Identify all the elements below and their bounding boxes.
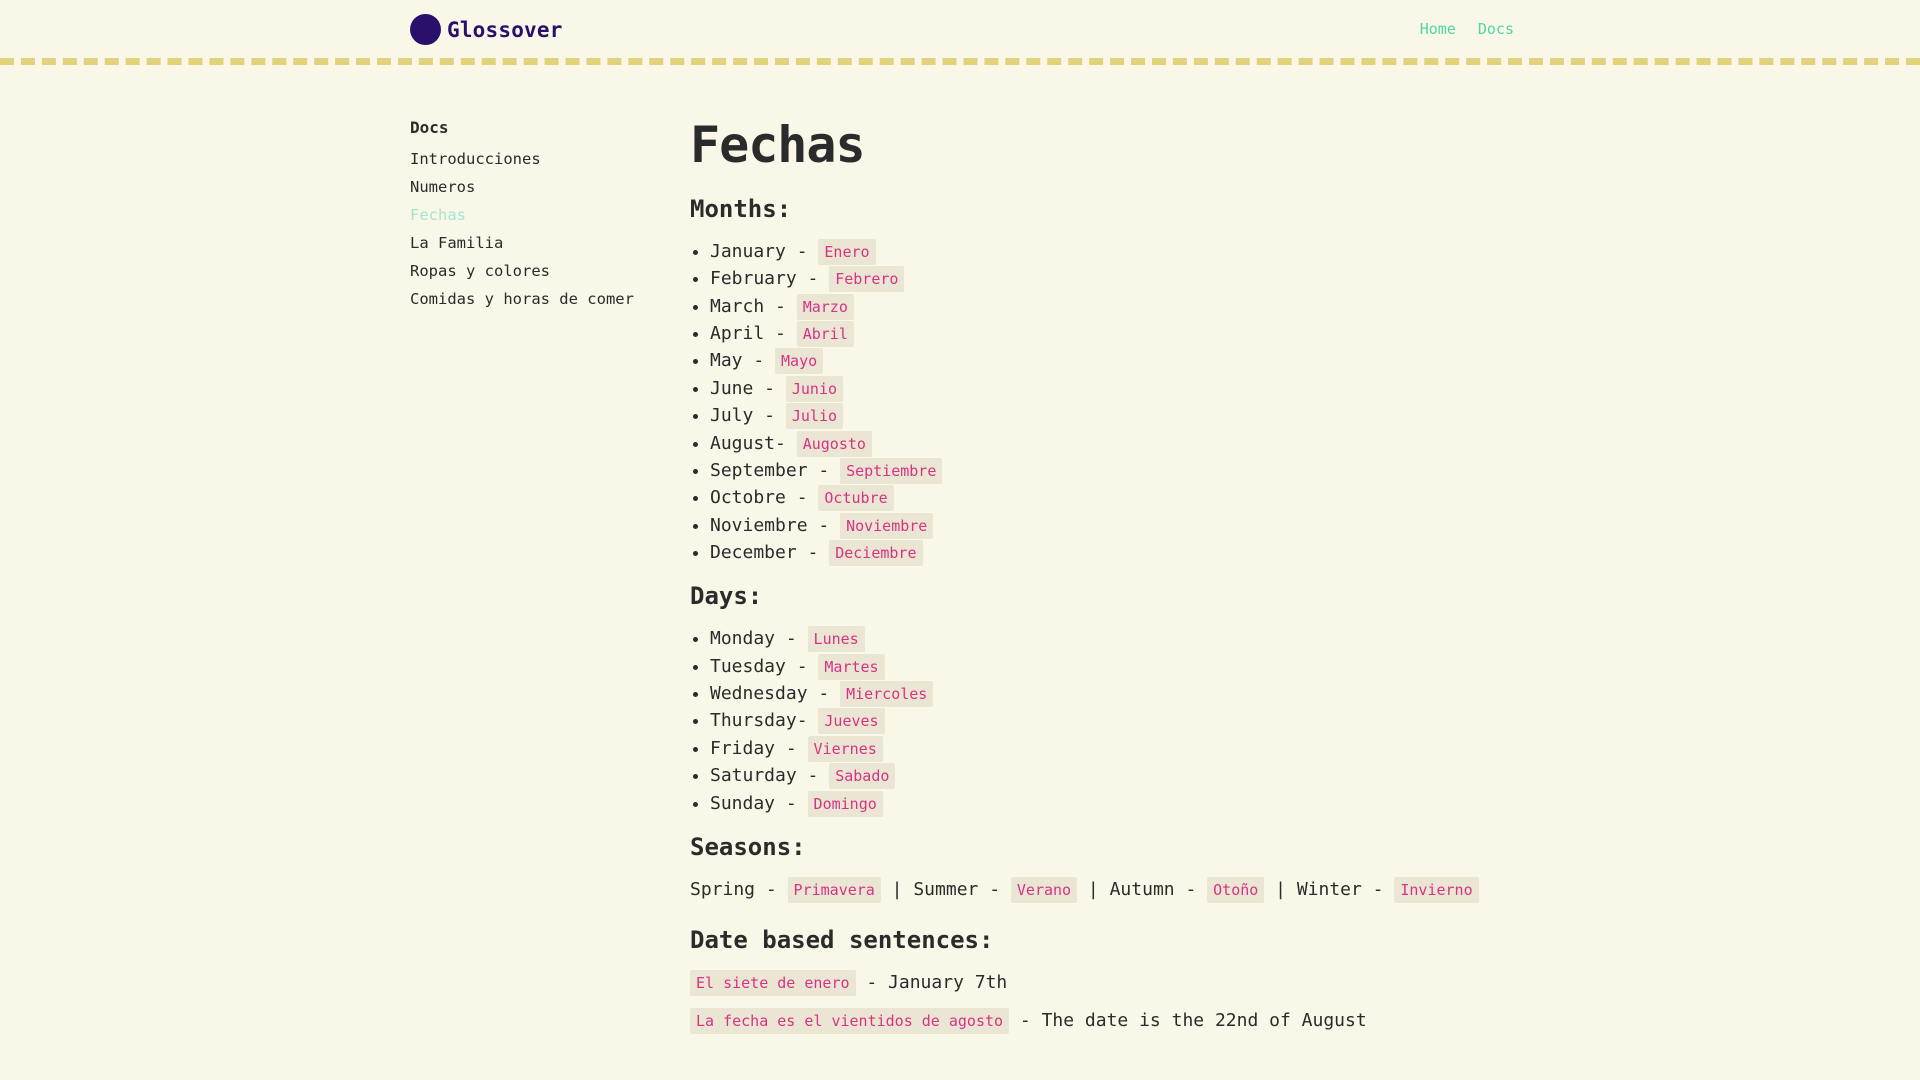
english-term: Friday - <box>710 737 797 759</box>
spanish-term-code: Febrero <box>829 266 905 293</box>
english-term: August- <box>710 432 786 454</box>
months-heading: Months: <box>690 195 792 223</box>
english-term: June - <box>710 377 776 399</box>
spanish-term-code: Enero <box>818 238 876 265</box>
day-item: Wednesday - Miercoles <box>710 680 1490 708</box>
main-content: Fechas Months: January - EneroFebruary -… <box>690 112 1490 1045</box>
season-spanish-code: Primavera <box>787 876 881 903</box>
sidebar-item[interactable]: Introducciones <box>410 149 670 177</box>
season-english: | Autumn - <box>1087 878 1197 900</box>
spanish-term-code: Jueves <box>818 708 885 735</box>
month-item: December - Deciembre <box>710 539 1490 567</box>
day-item: Tuesday - Martes <box>710 653 1490 680</box>
english-term: April - <box>710 322 786 344</box>
english-term: July - <box>710 405 776 427</box>
sidebar-title: Docs <box>410 118 449 137</box>
english-term: Noviembre - <box>710 514 830 536</box>
sentence-english: - January 7th <box>866 971 1008 993</box>
sidebar-item[interactable]: Comidas y horas de comer <box>410 289 670 317</box>
month-item: January - Enero <box>710 238 1490 265</box>
month-item: July - Julio <box>710 402 1490 430</box>
month-item: June - Junio <box>710 375 1490 402</box>
brand-logo-icon <box>410 14 441 45</box>
day-item: Sunday - Domingo <box>710 790 1490 817</box>
days-list: Monday - LunesTuesday - MartesWednesday … <box>690 625 1490 817</box>
brand-name: Glossover <box>447 17 563 42</box>
sidebar-item[interactable]: La Familia <box>410 233 670 261</box>
season-spanish-code: Invierno <box>1394 876 1479 903</box>
spanish-term-code: Miercoles <box>840 681 934 708</box>
header-divider <box>0 58 1920 65</box>
spanish-term-code: Sabado <box>829 763 896 790</box>
sidebar-item[interactable]: Numeros <box>410 177 670 205</box>
month-item: August- Augosto <box>710 430 1490 457</box>
seasons-heading: Seasons: <box>690 833 806 862</box>
spanish-term-code: Junio <box>785 375 844 402</box>
brand-link[interactable]: Glossover <box>410 14 563 45</box>
top-navbar: Glossover Home Docs <box>0 0 1920 58</box>
english-term: March - <box>710 295 786 317</box>
sentences-heading: Date based sentences: <box>690 925 994 954</box>
spanish-term-code: Mayo <box>775 348 824 375</box>
day-item: Saturday - Sabado <box>710 762 1490 790</box>
english-term: January - <box>710 240 808 262</box>
sentence-english: - The date is the 22nd of August <box>1019 1009 1367 1031</box>
english-term: Wednesday - <box>710 683 830 705</box>
day-item: Monday - Lunes <box>710 625 1490 653</box>
spanish-term-code: Martes <box>818 653 885 680</box>
days-heading: Days: <box>690 582 763 611</box>
spanish-term-code: Domingo <box>807 790 883 817</box>
top-nav: Home Docs <box>1420 20 1514 38</box>
month-item: Noviembre - Noviembre <box>710 512 1490 539</box>
day-item: Friday - Viernes <box>710 735 1490 762</box>
english-term: December - <box>710 542 819 564</box>
english-term: Thursday- <box>710 710 808 732</box>
english-term: May - <box>710 350 765 372</box>
spanish-term-code: Viernes <box>807 735 883 762</box>
spanish-term-code: Noviembre <box>840 512 934 539</box>
english-term: Monday - <box>710 628 797 650</box>
sentence-spanish-code: El siete de enero <box>690 969 856 996</box>
season-english: Spring - <box>690 878 777 900</box>
sidebar-item[interactable]: Ropas y colores <box>410 261 670 289</box>
sidebar-item[interactable]: Fechas <box>410 205 670 233</box>
month-item: Octobre - Octubre <box>710 484 1490 512</box>
months-list: January - EneroFebruary - FebreroMarch -… <box>690 238 1490 567</box>
season-spanish-code: Verano <box>1010 876 1078 903</box>
sidebar-list: Introducciones Numeros Fechas La Familia Rop… <box>410 149 670 317</box>
month-item: March - Marzo <box>710 293 1490 320</box>
month-item: May - Mayo <box>710 347 1490 375</box>
sentence-item: La fecha es el vientidos de agosto - The… <box>690 1007 1490 1045</box>
english-term: Tuesday - <box>710 655 808 677</box>
spanish-term-code: Augosto <box>796 430 872 457</box>
month-item: April - Abril <box>710 320 1490 347</box>
month-item: September - Septiembre <box>710 457 1490 484</box>
english-term: September - <box>710 459 830 481</box>
month-item: February - Febrero <box>710 265 1490 293</box>
spanish-term-code: Deciembre <box>829 540 923 567</box>
season-english: | Winter - <box>1275 878 1384 900</box>
page-title: Fechas <box>690 116 866 174</box>
nav-home-link[interactable]: Home <box>1420 20 1456 38</box>
sentences-list: El siete de enero - January 7th La fecha … <box>690 969 1490 1045</box>
docs-sidebar: Docs Introducciones Numeros Fechas La Famil… <box>410 118 670 317</box>
spanish-term-code: Septiembre <box>840 457 943 484</box>
english-term: Sunday - <box>710 792 797 814</box>
spanish-term-code: Marzo <box>796 293 854 320</box>
season-english: | Summer - <box>891 878 1001 900</box>
english-term: February - <box>710 268 819 290</box>
spanish-term-code: Lunes <box>807 626 865 653</box>
seasons-line: Spring - Primavera | Summer - Verano | A… <box>690 876 1490 904</box>
sentence-spanish-code: La fecha es el vientidos de agosto <box>690 1007 1010 1034</box>
spanish-term-code: Julio <box>785 403 844 430</box>
spanish-term-code: Abril <box>796 320 854 347</box>
day-item: Thursday- Jueves <box>710 707 1490 735</box>
season-spanish-code: Otoño <box>1207 876 1265 903</box>
english-term: Saturday - <box>710 765 819 787</box>
nav-docs-link[interactable]: Docs <box>1478 20 1514 38</box>
sentence-item: El siete de enero - January 7th <box>690 969 1490 1007</box>
spanish-term-code: Octubre <box>818 485 894 512</box>
english-term: Octobre - <box>710 487 808 509</box>
